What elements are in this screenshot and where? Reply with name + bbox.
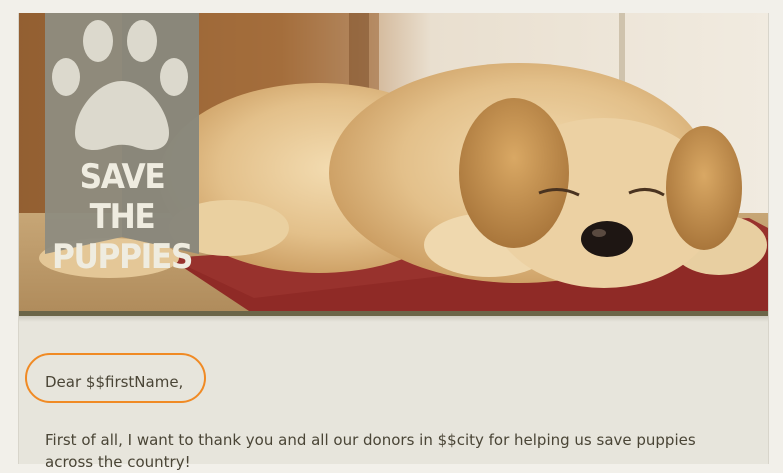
hero-banner: SAVE THE PUPPIES bbox=[19, 13, 768, 311]
logo-line-2: PUPPIES bbox=[51, 237, 193, 277]
email-body: SAVE THE PUPPIES Dear $$firstName, First… bbox=[18, 13, 769, 471]
logo-line-1: SAVE THE bbox=[79, 157, 166, 237]
banner-shadow bbox=[19, 316, 768, 322]
greeting-text: Dear $$firstName, bbox=[45, 373, 184, 391]
letter-paragraph: First of all, I want to thank you and al… bbox=[45, 431, 696, 471]
save-the-puppies-logo: SAVE THE PUPPIES bbox=[45, 13, 199, 277]
